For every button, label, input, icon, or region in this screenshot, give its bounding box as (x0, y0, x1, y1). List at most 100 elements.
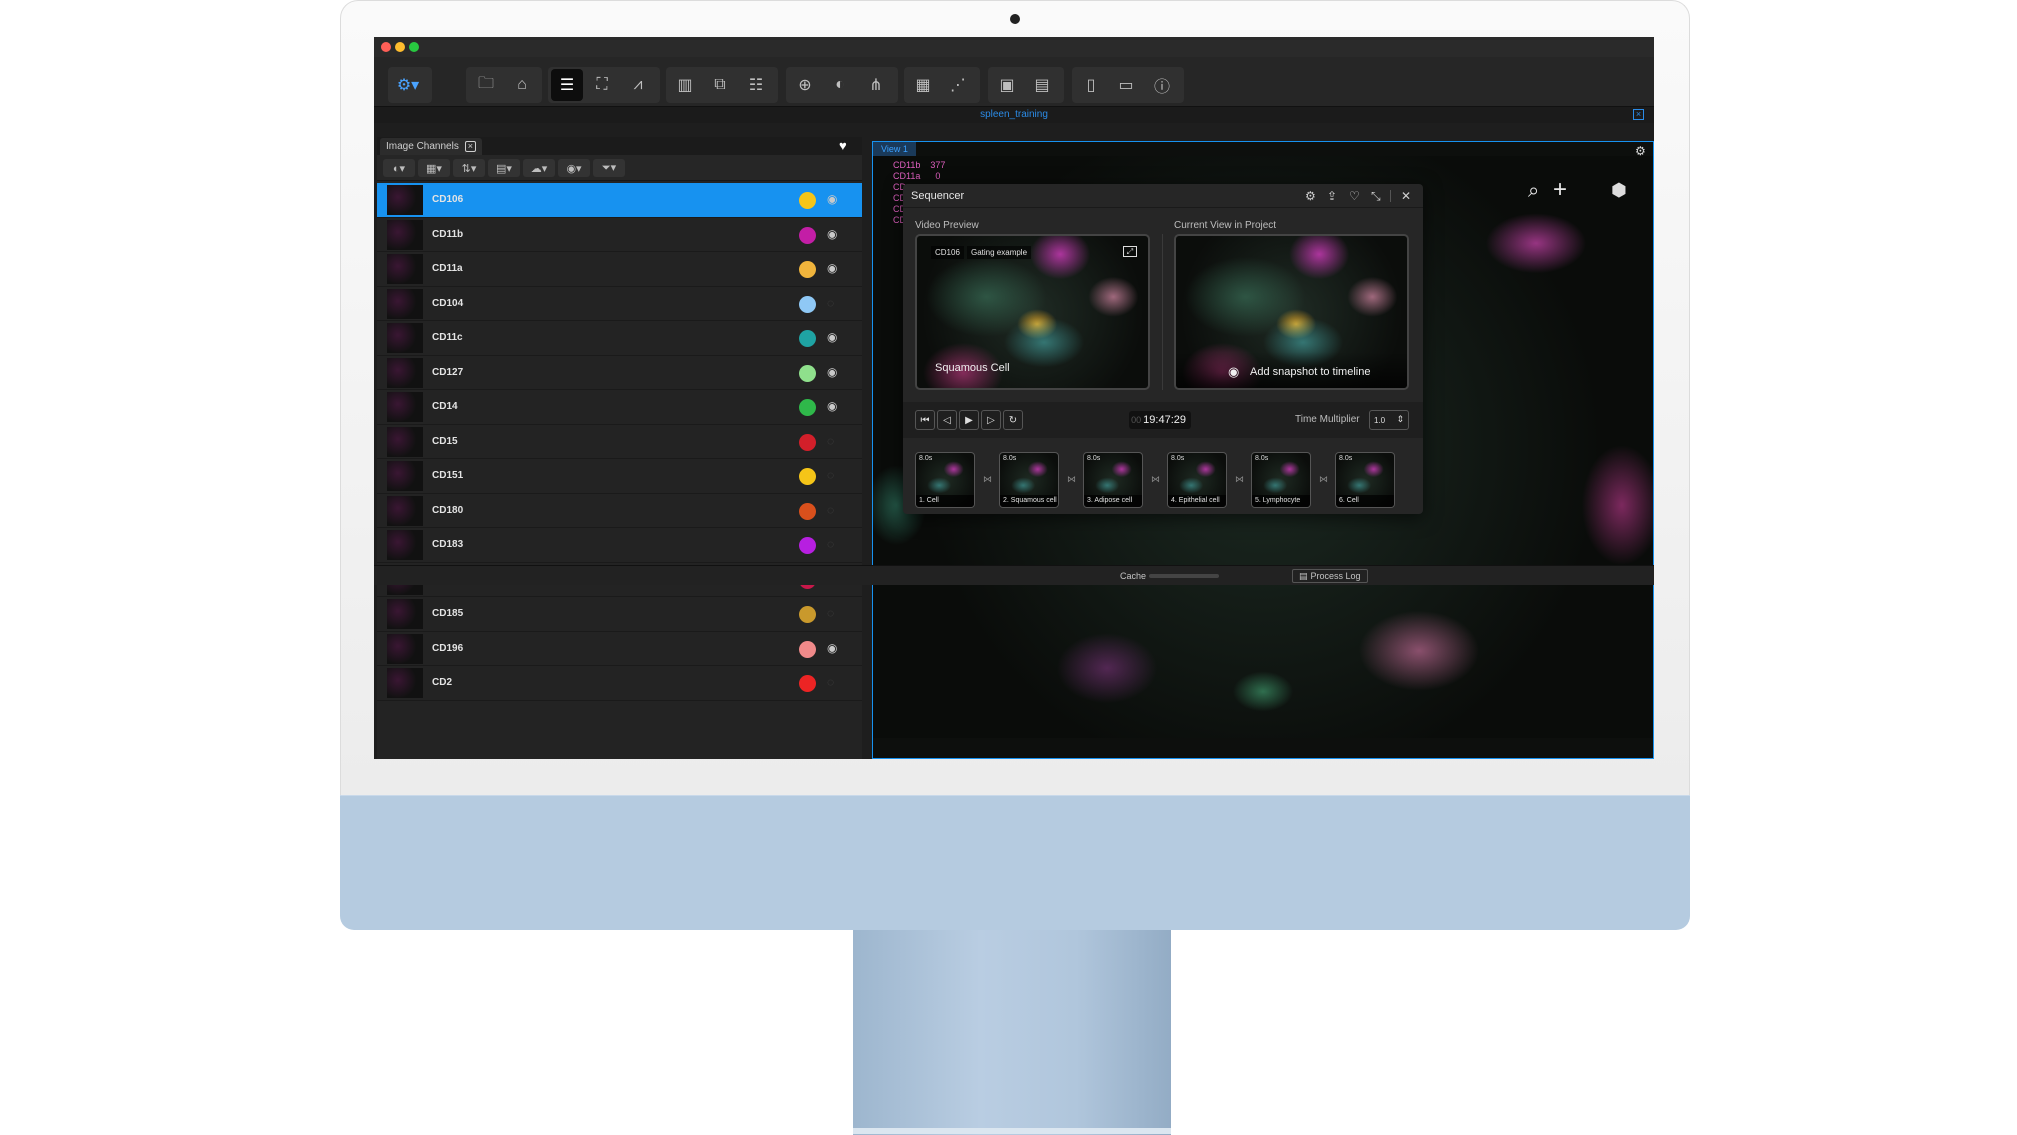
view-settings-gear-icon[interactable]: ⚙ (1635, 144, 1646, 158)
channel-color-swatch[interactable] (799, 606, 816, 623)
timeline-clip[interactable]: 8.0s 4. Epithelial cell (1167, 452, 1227, 508)
mirror-icon[interactable]: ◐ (824, 69, 856, 101)
fullscreen-icon[interactable]: ⤢ (1123, 246, 1137, 257)
skip-start-icon[interactable]: ⏮ (915, 410, 935, 430)
heart-icon[interactable]: ♥ (839, 138, 847, 153)
channel-color-swatch[interactable] (799, 192, 816, 209)
camera-icon[interactable]: ◉ (1228, 364, 1239, 380)
close-tab-icon[interactable]: × (464, 141, 476, 152)
timeline-clip[interactable]: 8.0s 5. Lymphocyte (1251, 452, 1311, 508)
histogram-icon[interactable]: ⩘ (622, 69, 654, 101)
3d-cube-icon[interactable]: ⬢ (1611, 180, 1627, 201)
tab-image-channels[interactable]: Image Channels × (380, 138, 482, 155)
step-forward-icon[interactable]: ▷ (981, 410, 1001, 430)
select-region-icon[interactable]: ⛶ (586, 69, 618, 101)
channel-row[interactable]: CD2 ◌ (377, 666, 862, 701)
layers-icon[interactable]: ▤▾ (488, 159, 520, 177)
channel-color-swatch[interactable] (799, 537, 816, 554)
channel-row[interactable]: CD151 ◌ (377, 459, 862, 494)
project-title[interactable]: spleen_training (934, 109, 1094, 120)
tab-view-1[interactable]: View 1 (873, 142, 916, 156)
loop-icon[interactable]: ↻ (1003, 410, 1023, 430)
favorite-heart-icon[interactable]: ♡ (1349, 189, 1360, 203)
close-window-button[interactable] (381, 42, 391, 52)
close-project-icon[interactable]: × (1633, 109, 1644, 120)
channel-color-swatch[interactable] (799, 261, 816, 278)
timeline-clip[interactable]: 8.0s 3. Adipose cell (1083, 452, 1143, 508)
eye-icon[interactable]: ◉ (827, 365, 837, 379)
palette-icon[interactable]: ☁▾ (523, 159, 555, 177)
close-icon[interactable]: ✕ (1401, 189, 1411, 203)
timecode-display[interactable]: 00 19:47:29 (1129, 411, 1191, 429)
eye-off-icon[interactable]: ◌ (827, 675, 834, 689)
channel-color-swatch[interactable] (799, 640, 816, 658)
grid-view-icon[interactable]: ▦▾ (418, 159, 450, 177)
columns-icon[interactable]: ▥ (669, 69, 701, 101)
transition-icon[interactable]: ⋈ (1235, 474, 1244, 485)
eye-off-icon[interactable]: ◌ (827, 606, 834, 620)
funnel-icon[interactable]: ⏷▾ (593, 159, 625, 177)
play-icon[interactable]: ▶ (959, 410, 979, 430)
overlap-icon[interactable]: ⧉ (704, 69, 736, 101)
sliders-icon[interactable]: ☷ (740, 69, 772, 101)
channel-row[interactable]: CD106 ◉ (377, 183, 862, 218)
channel-row[interactable]: CD185 ◌ (377, 597, 862, 632)
eye-icon[interactable]: ◉ (827, 227, 837, 241)
export-icon[interactable]: ⇪ (1327, 189, 1337, 203)
list-icon[interactable]: ☰ (551, 69, 583, 101)
transition-icon[interactable]: ⋈ (1151, 474, 1160, 485)
eye-icon[interactable]: ◉ (827, 261, 837, 275)
timeline-clip[interactable]: 8.0s 2. Squamous cell (999, 452, 1059, 508)
channel-row[interactable]: CD183 ◌ (377, 528, 862, 563)
channel-color-swatch[interactable] (799, 502, 816, 520)
document-icon[interactable]: ▯ (1075, 69, 1107, 101)
maximize-window-button[interactable] (409, 42, 419, 52)
info-doc-icon[interactable]: ⓘ (1146, 69, 1178, 101)
channel-row[interactable]: CD11b ◉ (377, 217, 862, 252)
report-icon[interactable]: ▭ (1110, 69, 1142, 101)
step-back-icon[interactable]: ◁ (937, 410, 957, 430)
minimize-window-button[interactable] (395, 42, 405, 52)
channel-row[interactable]: CD14 ◉ (377, 390, 862, 425)
channel-color-swatch[interactable] (799, 468, 816, 485)
channel-row[interactable]: CD11c ◉ (377, 321, 862, 356)
eye-icon[interactable]: ◉ (827, 330, 837, 344)
eye-off-icon[interactable]: ◌ (827, 537, 834, 551)
open-folder-icon[interactable]: 🗀 (470, 69, 502, 101)
channel-row[interactable]: CD104 ◌ (377, 286, 862, 321)
mode-select-icon[interactable]: ⚙▾ (392, 69, 424, 101)
timeline-clip[interactable]: 8.0s 1. Cell (915, 452, 975, 508)
transition-icon[interactable]: ⋈ (1067, 474, 1076, 485)
channel-row[interactable]: CD180 ◌ (377, 493, 862, 528)
channel-row[interactable]: CD127 ◉ (377, 355, 862, 390)
eye-off-icon[interactable]: ◌ (827, 468, 834, 482)
eye-off-icon[interactable]: ◌ (827, 503, 834, 517)
eye-icon[interactable]: ◉ (827, 399, 837, 413)
sort-icon[interactable]: ⇅▾ (453, 159, 485, 177)
visibility-filter-icon[interactable]: ◉▾ (558, 159, 590, 177)
crosshair-icon[interactable]: ⊕ (789, 69, 821, 101)
scatter-plot-icon[interactable]: ⋰ (942, 69, 974, 101)
network-icon[interactable]: ⋔ (860, 69, 892, 101)
channel-row[interactable]: CD196 ◉ (377, 631, 862, 666)
channel-color-swatch[interactable] (799, 226, 816, 244)
eye-icon[interactable]: ◉ (827, 641, 837, 655)
add-icon[interactable]: + (1553, 176, 1567, 204)
eye-icon[interactable]: ◉ (827, 192, 837, 206)
film-icon[interactable]: ▣ (991, 69, 1023, 101)
process-log-button[interactable]: ▤ Process Log (1292, 569, 1368, 583)
channel-color-swatch[interactable] (799, 675, 816, 692)
table-icon[interactable]: ▦ (907, 69, 939, 101)
contrast-filter-icon[interactable]: ◐▾ (383, 159, 415, 177)
channel-color-swatch[interactable] (799, 295, 816, 313)
channel-row[interactable]: CD11a ◉ (377, 252, 862, 287)
transition-icon[interactable]: ⋈ (1319, 474, 1328, 485)
time-multiplier-select[interactable]: 1.0 ⇕ (1369, 410, 1409, 430)
channel-color-swatch[interactable] (799, 399, 816, 416)
channel-color-swatch[interactable] (799, 364, 816, 382)
zoom-icon[interactable]: ⌕ (1528, 180, 1539, 203)
channel-row[interactable]: CD15 ◌ (377, 424, 862, 459)
settings-gear-icon[interactable]: ⚙ (1305, 189, 1316, 203)
eye-off-icon[interactable]: ◌ (827, 296, 834, 310)
collapse-icon[interactable]: ⤡ (1371, 189, 1381, 204)
